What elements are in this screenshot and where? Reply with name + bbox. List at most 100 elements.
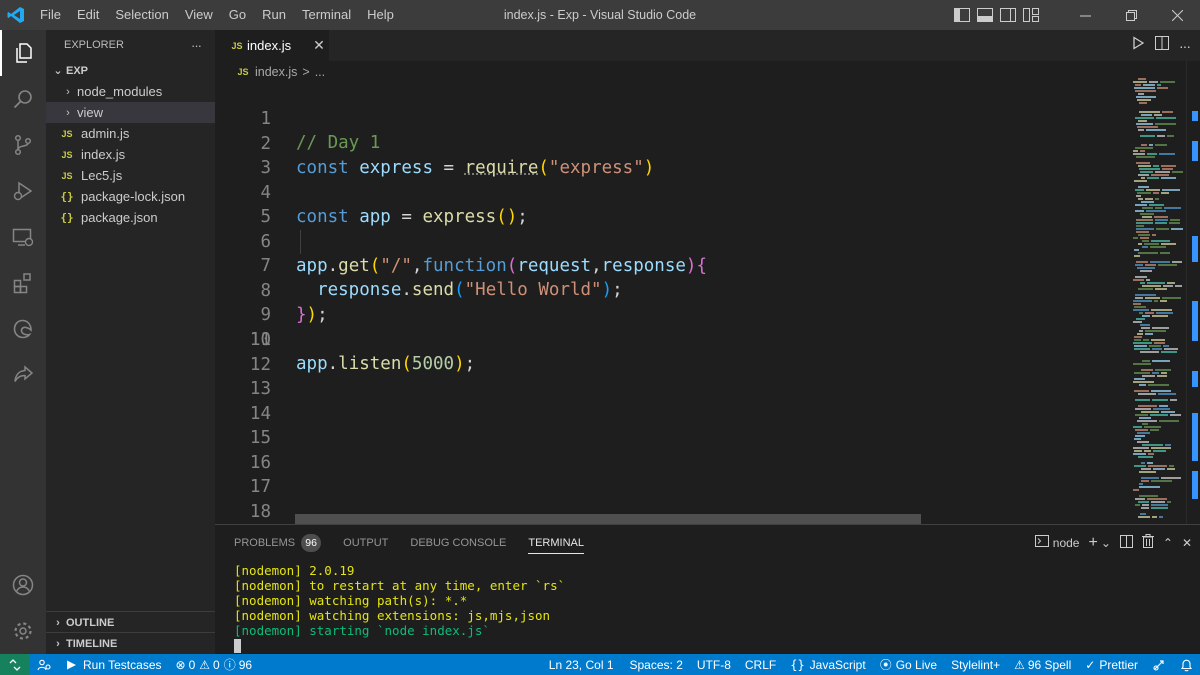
tree-item-label: Lec5.js xyxy=(81,168,123,183)
notifications-bell-icon[interactable] xyxy=(1173,654,1200,675)
minimap-line xyxy=(1157,87,1168,89)
run-code-icon[interactable] xyxy=(1131,36,1145,55)
terminal-output[interactable]: [nodemon] 2.0.19 [nodemon] to restart at… xyxy=(234,563,565,653)
prettier-label: Prettier xyxy=(1099,657,1138,672)
stylelint-status[interactable]: Stylelint+ xyxy=(944,654,1007,675)
breadcrumb-more[interactable]: ... xyxy=(315,65,325,79)
warning-count: 0 xyxy=(213,657,220,672)
explorer-more-actions-icon[interactable]: ··· xyxy=(191,38,202,53)
menu-run[interactable]: Run xyxy=(254,0,294,30)
menu-terminal[interactable]: Terminal xyxy=(294,0,359,30)
minimap-line xyxy=(1136,96,1156,98)
menu-go[interactable]: Go xyxy=(221,0,254,30)
accounts-status-icon[interactable] xyxy=(30,654,58,675)
tree-item-node-modules[interactable]: › node_modules xyxy=(46,81,215,102)
kill-terminal-icon[interactable] xyxy=(1141,534,1154,551)
toggle-panel-icon[interactable] xyxy=(973,0,996,30)
tab-output[interactable]: OUTPUT xyxy=(343,525,388,560)
menu-edit[interactable]: Edit xyxy=(69,0,107,30)
extensions-icon[interactable] xyxy=(0,260,46,306)
restore-icon[interactable] xyxy=(1108,0,1154,30)
maximize-panel-icon[interactable]: ⌃ xyxy=(1163,536,1173,550)
vertical-scrollbar[interactable] xyxy=(1186,61,1200,524)
accounts-icon[interactable] xyxy=(0,562,46,608)
minimap-line xyxy=(1141,477,1159,479)
minimap-line xyxy=(1141,507,1149,509)
search-icon[interactable] xyxy=(0,76,46,122)
line-number: 11 xyxy=(249,330,271,350)
tree-item-package-json[interactable]: {} package.json xyxy=(46,207,215,228)
language-mode[interactable]: {} JavaScript xyxy=(783,654,872,675)
minimap-line xyxy=(1142,315,1150,317)
encoding[interactable]: UTF-8 xyxy=(690,654,738,675)
minimap-line xyxy=(1139,483,1143,485)
terminal-name[interactable]: node xyxy=(1053,536,1080,550)
run-testcases-button[interactable]: Run Testcases xyxy=(58,654,169,675)
menu-file[interactable]: File xyxy=(32,0,69,30)
horizontal-scrollbar[interactable] xyxy=(295,514,921,524)
timeline-section[interactable]: › TIMELINE xyxy=(46,632,215,654)
tab-debug-console-label: DEBUG CONSOLE xyxy=(410,536,507,549)
tab-index-js[interactable]: JS index.js ✕ xyxy=(215,30,329,61)
tab-debug-console[interactable]: DEBUG CONSOLE xyxy=(410,525,506,560)
minimap-line xyxy=(1145,297,1160,299)
terminal-dropdown-icon[interactable]: ⌄ xyxy=(1101,536,1111,550)
live-share-icon[interactable] xyxy=(0,352,46,398)
run-debug-icon[interactable] xyxy=(0,168,46,214)
minimap-line xyxy=(1154,216,1168,218)
cursor-position[interactable]: Ln 23, Col 1 xyxy=(542,654,621,675)
json-file-icon: {} xyxy=(60,190,74,203)
problems-status[interactable]: ⊗ 0 ⚠ 0 ⓘ 96 xyxy=(169,654,260,675)
settings-gear-icon[interactable] xyxy=(0,608,46,654)
minimap-line xyxy=(1170,414,1181,416)
new-terminal-icon[interactable]: + xyxy=(1088,534,1097,552)
minimap-line xyxy=(1138,405,1157,407)
minimap-line xyxy=(1134,345,1147,347)
folder-root[interactable]: ⌄ EXP xyxy=(46,60,215,81)
toggle-primary-sidebar-icon[interactable] xyxy=(950,0,973,30)
close-window-icon[interactable] xyxy=(1154,0,1200,30)
minimap-line xyxy=(1150,246,1166,248)
minimap-line xyxy=(1136,222,1153,224)
menu-view[interactable]: View xyxy=(177,0,221,30)
tree-item-lec5-js[interactable]: JS Lec5.js xyxy=(46,165,215,186)
menu-help[interactable]: Help xyxy=(359,0,402,30)
tree-item-package-lock-json[interactable]: {} package-lock.json xyxy=(46,186,215,207)
tab-output-label: OUTPUT xyxy=(343,536,389,549)
minimize-icon[interactable] xyxy=(1062,0,1108,30)
close-tab-icon[interactable]: ✕ xyxy=(313,37,325,54)
split-terminal-icon[interactable] xyxy=(1119,534,1133,551)
minimap[interactable] xyxy=(1133,78,1185,524)
tree-item-index-js[interactable]: JS index.js xyxy=(46,144,215,165)
minimap-line xyxy=(1138,78,1146,80)
minimap-line xyxy=(1142,444,1163,446)
spell-status[interactable]: ⚠ 96 Spell xyxy=(1007,654,1078,675)
tree-item-view[interactable]: › view xyxy=(46,102,215,123)
remote-indicator-icon[interactable] xyxy=(0,654,30,675)
tree-item-admin-js[interactable]: JS admin.js xyxy=(46,123,215,144)
feedback-icon[interactable] xyxy=(1145,654,1173,675)
remote-explorer-icon[interactable] xyxy=(0,214,46,260)
minimap-line xyxy=(1136,123,1153,125)
close-panel-icon[interactable]: ✕ xyxy=(1182,536,1192,550)
indentation[interactable]: Spaces: 2 xyxy=(623,654,690,675)
go-live-button[interactable]: ⦿ Go Live xyxy=(873,654,944,675)
end-of-line[interactable]: CRLF xyxy=(738,654,783,675)
customize-layout-icon[interactable] xyxy=(1019,0,1042,30)
menu-selection[interactable]: Selection xyxy=(107,0,176,30)
split-editor-icon[interactable] xyxy=(1155,36,1169,55)
tab-terminal[interactable]: TERMINAL xyxy=(528,525,584,560)
edge-devtools-icon[interactable] xyxy=(0,306,46,352)
minimap-line xyxy=(1134,348,1150,350)
tab-problems[interactable]: PROBLEMS 96 xyxy=(234,525,322,560)
prettier-status[interactable]: ✓ Prettier xyxy=(1078,654,1145,675)
minimap-line xyxy=(1141,177,1145,179)
toggle-secondary-sidebar-icon[interactable] xyxy=(996,0,1019,30)
code-line: 13 xyxy=(215,377,1125,401)
outline-section[interactable]: › OUTLINE xyxy=(46,611,215,633)
code-editor[interactable]: 1 // Day 1 2 const express = require("ex… xyxy=(215,83,1125,524)
breadcrumb-file[interactable]: index.js xyxy=(255,65,297,79)
more-actions-icon[interactable]: ··· xyxy=(1179,38,1191,54)
explorer-icon[interactable] xyxy=(0,30,46,76)
source-control-icon[interactable] xyxy=(0,122,46,168)
